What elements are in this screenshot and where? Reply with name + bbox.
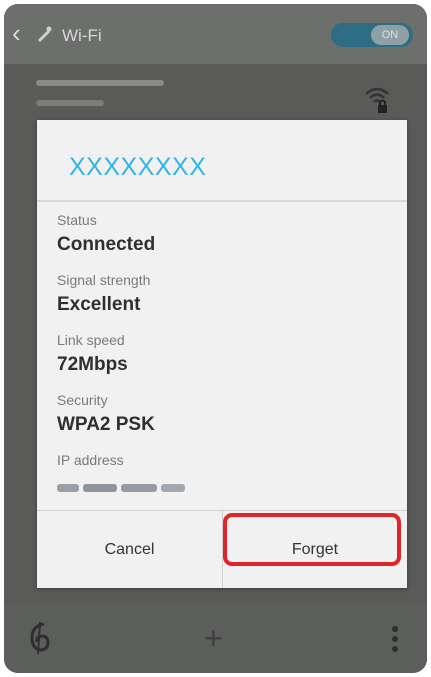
cancel-button[interactable]: Cancel [37,511,222,588]
link-speed-value: 72Mbps [57,354,128,375]
wifi-toggle[interactable]: ON [331,23,413,47]
blurred-network-name [36,80,164,86]
app-logo-icon[interactable] [26,620,54,656]
link-speed-label: Link speed [57,332,125,348]
security-value: WPA2 PSK [57,414,155,435]
title-divider [37,200,407,202]
network-status-blur [36,96,106,112]
bottom-bar: + [4,604,427,673]
network-list-item [36,78,166,92]
action-bar: ‹ Wi-Fi ON [4,4,427,64]
network-details-dialog: XXXXXXXX Status Connected Signal strengt… [37,120,407,588]
page-title: Wi-Fi [62,26,102,45]
status-value: Connected [57,234,156,255]
dialog-title: XXXXXXXX [69,153,207,181]
forget-button[interactable]: Forget [223,511,407,588]
add-network-icon[interactable]: + [204,622,223,654]
signal-strength-label: Signal strength [57,272,151,288]
wifi-icon [38,26,52,42]
signal-strength-value: Excellent [57,294,141,315]
ip-address-value-blurred [57,484,185,492]
security-label: Security [57,392,108,408]
status-label: Status [57,212,97,228]
ip-address-label: IP address [57,452,124,468]
wifi-signal-lock-icon [365,87,389,113]
back-icon[interactable]: ‹ [12,18,21,48]
phone-screen: ‹ Wi-Fi ON XXXXXXXX Status Connected Sig… [4,4,427,673]
overflow-menu-icon[interactable] [390,624,400,654]
toggle-label: ON [371,25,409,45]
